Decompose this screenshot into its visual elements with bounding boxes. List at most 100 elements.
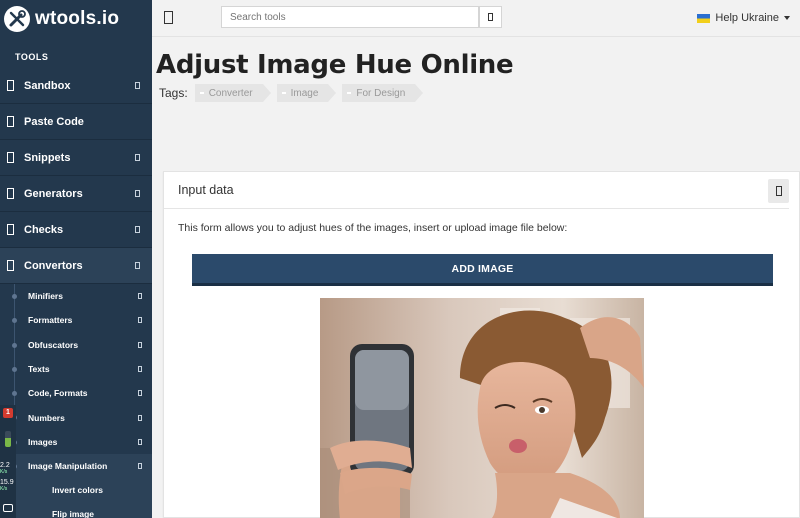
chevron-down-icon xyxy=(135,262,140,269)
wrench-screwdriver-icon xyxy=(4,5,30,32)
sidebar-subitem-label: Images xyxy=(28,436,58,447)
bullet-icon xyxy=(12,391,17,397)
sidebar-item-sandbox[interactable]: Sandbox xyxy=(0,68,152,104)
search-button[interactable] xyxy=(479,6,502,28)
chevron-icon xyxy=(138,317,142,324)
tags-row: Tags: Converter Image For Design xyxy=(159,84,429,102)
sidebar-subitem-label: Formatters xyxy=(28,315,73,326)
upload-speed: 2.2 K/s xyxy=(0,462,10,476)
chevron-icon xyxy=(138,414,142,421)
chevron-icon xyxy=(138,366,142,373)
chevron-icon xyxy=(138,438,142,445)
search-input[interactable] xyxy=(221,6,479,28)
sidebar-subitem-numbers[interactable]: Numbers xyxy=(0,405,152,429)
sidebar-item-snippets[interactable]: Snippets xyxy=(0,140,152,176)
uploaded-image-preview xyxy=(320,298,644,518)
sidebar-subitem-minifiers[interactable]: Minifiers xyxy=(0,284,152,308)
convertors-icon xyxy=(7,260,14,271)
download-speed: 15.9 K/s xyxy=(0,479,14,493)
bullet-icon xyxy=(12,294,17,299)
sidebar-subitem-label: Minifiers xyxy=(28,291,63,302)
add-image-button[interactable]: ADD IMAGE xyxy=(192,254,773,286)
menu-toggle-icon[interactable] xyxy=(164,11,173,24)
ukraine-flag-icon xyxy=(697,13,711,23)
tag-image[interactable]: Image xyxy=(276,84,337,102)
sidebar-subsubitem-label: Flip image xyxy=(52,509,95,518)
tag-converter[interactable]: Converter xyxy=(194,84,271,102)
card-header: Input data xyxy=(164,172,789,209)
sidebar-item-checks[interactable]: Checks xyxy=(0,212,152,248)
tag-label: Converter xyxy=(208,87,253,99)
system-monitor-widget[interactable]: 1 2.2 K/s 15.9 K/s xyxy=(0,405,16,518)
sidebar-subitem-formatters[interactable]: Formatters xyxy=(0,308,152,332)
help-ukraine-label: Help Ukraine xyxy=(715,12,779,24)
logo-text: wtools.io xyxy=(35,7,120,29)
sidebar-subitem-label: Numbers xyxy=(28,412,65,423)
snippets-icon xyxy=(7,152,14,163)
tags-label: Tags: xyxy=(159,86,188,100)
sidebar-subitem-image-manipulation[interactable]: Image Manipulation xyxy=(0,454,152,479)
sidebar-subitem-label: Code, Formats xyxy=(28,388,88,399)
tag-dot-icon xyxy=(199,92,204,94)
sidebar-subitem-label: Obfuscators xyxy=(28,339,79,350)
chevron-icon xyxy=(135,226,140,233)
chevron-icon xyxy=(135,82,140,89)
sidebar-subitem-obfuscators[interactable]: Obfuscators xyxy=(0,333,152,357)
paste-code-icon xyxy=(7,116,14,127)
sidebar-subsubitem-label: Invert colors xyxy=(52,485,104,496)
bullet-icon xyxy=(12,342,17,348)
sidebar-item-generators[interactable]: Generators xyxy=(0,176,152,212)
bullet-icon xyxy=(12,318,17,324)
download-speed-unit: K/s xyxy=(0,486,8,492)
battery-icon xyxy=(5,431,11,447)
collapse-button[interactable] xyxy=(768,179,789,203)
tag-label: Image xyxy=(290,87,319,99)
download-speed-value: 15.9 xyxy=(0,479,14,486)
sidebar: wtools.io TOOLS Sandbox Paste Code Snipp… xyxy=(0,0,152,518)
tag-label: For Design xyxy=(356,87,406,99)
camera-icon[interactable] xyxy=(3,504,13,512)
chevron-icon xyxy=(135,154,140,161)
sandbox-icon xyxy=(7,80,14,91)
sidebar-item-label: Sandbox xyxy=(24,79,71,92)
sidebar-item-label: Checks xyxy=(24,223,64,236)
sidebar-subitem-texts[interactable]: Texts xyxy=(0,357,152,381)
checks-icon xyxy=(7,224,14,235)
help-ukraine-dropdown[interactable]: Help Ukraine xyxy=(697,12,790,24)
topbar: Help Ukraine xyxy=(152,0,800,37)
tools-section-label: TOOLS xyxy=(15,52,49,62)
sidebar-subitem-code-formats[interactable]: Code, Formats xyxy=(0,381,152,405)
sidebar-item-paste-code[interactable]: Paste Code xyxy=(0,104,152,140)
sidebar-item-label: Paste Code xyxy=(24,115,84,128)
chevron-icon xyxy=(138,341,142,348)
tag-dot-icon xyxy=(281,92,286,94)
sidebar-subitem-label: Image Manipulation xyxy=(28,461,108,472)
sidebar-subsubitem-invert-colors[interactable]: Invert colors xyxy=(0,478,152,503)
chevron-icon xyxy=(138,390,142,397)
bullet-icon xyxy=(12,366,17,372)
caret-down-icon xyxy=(784,16,790,20)
page-title: Adjust Image Hue Online xyxy=(156,50,514,80)
chevron-down-icon xyxy=(138,463,142,470)
sidebar-subitem-label: Texts xyxy=(28,364,50,375)
logo[interactable]: wtools.io xyxy=(0,0,152,37)
sidebar-item-convertors[interactable]: Convertors xyxy=(0,248,152,284)
tag-for-design[interactable]: For Design xyxy=(342,84,424,102)
notification-badge[interactable]: 1 xyxy=(3,408,13,418)
chevron-icon xyxy=(138,293,142,300)
sidebar-item-label: Snippets xyxy=(24,151,71,164)
search-icon xyxy=(488,13,493,21)
chevron-icon xyxy=(135,190,140,197)
upload-speed-value: 2.2 xyxy=(0,462,10,469)
sidebar-subitem-images[interactable]: Images xyxy=(0,430,152,454)
convertors-submenu: Minifiers Formatters Obfuscators Texts C… xyxy=(0,284,152,518)
sidebar-item-label: Generators xyxy=(24,187,83,200)
selfie-photo xyxy=(320,298,644,518)
upload-speed-unit: K/s xyxy=(0,469,8,475)
card-title: Input data xyxy=(178,183,234,197)
input-data-card: Input data This form allows you to adjus… xyxy=(163,171,800,518)
tag-dot-icon xyxy=(347,92,352,94)
sidebar-item-label: Convertors xyxy=(24,259,83,272)
sidebar-subsubitem-flip-image[interactable]: Flip image xyxy=(0,502,152,518)
generators-icon xyxy=(7,188,14,199)
